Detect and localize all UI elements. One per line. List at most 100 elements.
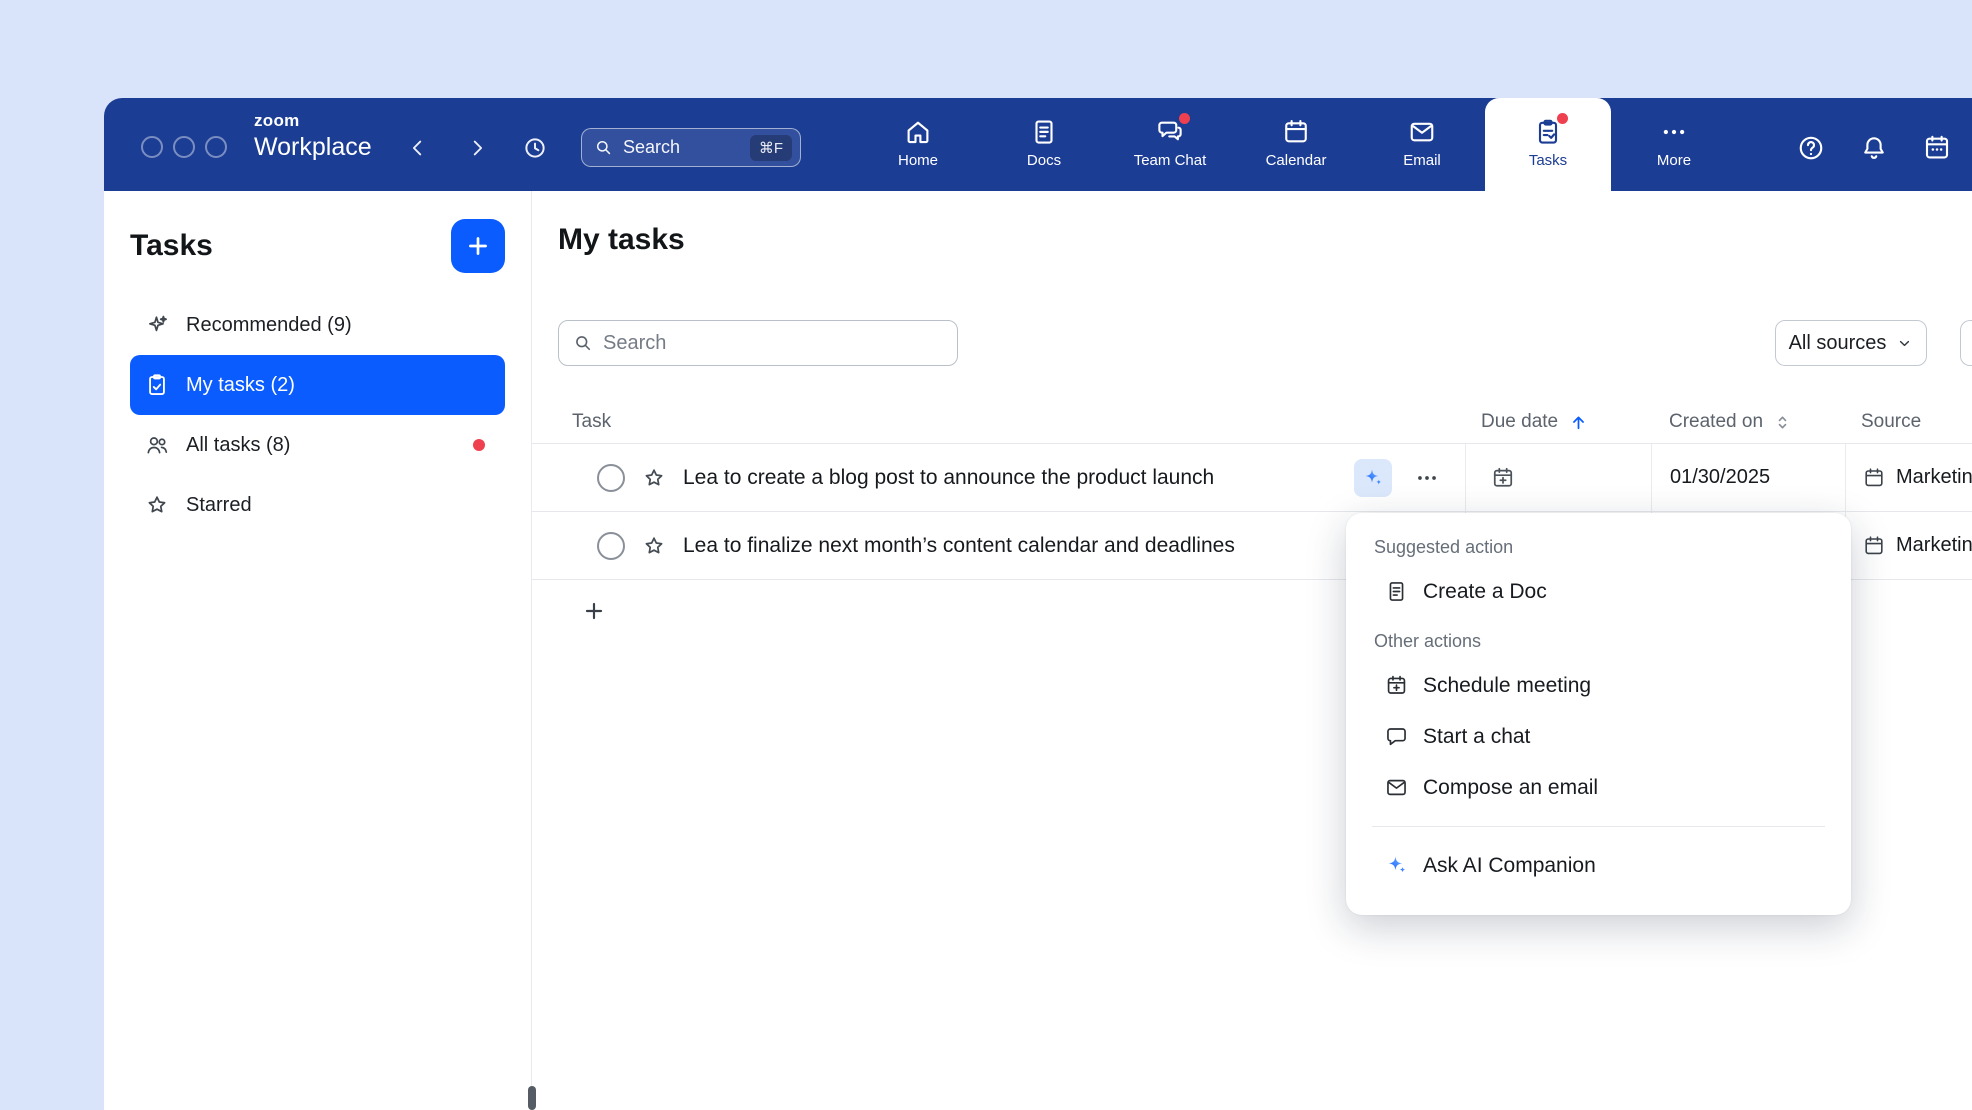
star-task-button[interactable] bbox=[641, 465, 667, 491]
team-chat-icon bbox=[1155, 117, 1185, 147]
email-icon bbox=[1407, 117, 1437, 147]
window-body: Tasks Recommended (9) bbox=[104, 191, 1972, 1110]
task-title: Lea to finalize next month’s content cal… bbox=[683, 534, 1235, 558]
calendar-plus-icon bbox=[1384, 673, 1409, 698]
logo-zoom-text: zoom bbox=[254, 112, 372, 131]
tasks-icon bbox=[1533, 117, 1563, 147]
source-calendar-icon bbox=[1862, 534, 1886, 558]
sidebar-item-recommended[interactable]: Recommended (9) bbox=[130, 295, 505, 355]
nav-calendar[interactable]: Calendar bbox=[1233, 98, 1359, 191]
sidebar-title: Tasks bbox=[130, 229, 213, 263]
back-button[interactable] bbox=[401, 131, 435, 165]
primary-navigation: Home Docs Team Chat bbox=[855, 98, 1737, 191]
tasks-sidebar: Tasks Recommended (9) bbox=[104, 191, 532, 1110]
tasks-search-field[interactable] bbox=[558, 320, 958, 366]
chevron-left-icon bbox=[407, 137, 429, 159]
calendar-date-icon bbox=[1922, 133, 1952, 163]
sidebar-item-all-tasks[interactable]: All tasks (8) bbox=[130, 415, 505, 475]
doc-icon bbox=[1384, 579, 1409, 604]
menu-item-compose-an-email[interactable]: Compose an email bbox=[1372, 762, 1825, 813]
task-more-actions-button[interactable] bbox=[1408, 459, 1446, 497]
zoom-workplace-window: zoom Workplace bbox=[104, 98, 1972, 1110]
menu-item-create-a-doc[interactable]: Create a Doc bbox=[1372, 566, 1825, 617]
suggested-actions-popup: Suggested action Create a Doc Other acti… bbox=[1346, 513, 1851, 915]
zoom-workplace-logo: zoom Workplace bbox=[254, 112, 372, 161]
envelope-icon bbox=[1384, 775, 1409, 800]
schedule-panel-button[interactable] bbox=[1919, 130, 1955, 166]
nav-more[interactable]: More bbox=[1611, 98, 1737, 191]
global-search-placeholder: Search bbox=[623, 137, 680, 158]
sidebar-item-label: My tasks (2) bbox=[186, 374, 295, 397]
sidebar-item-label: Recommended (9) bbox=[186, 314, 352, 337]
forward-button[interactable] bbox=[460, 131, 494, 165]
sparkles-icon bbox=[144, 312, 170, 338]
nav-home[interactable]: Home bbox=[855, 98, 981, 191]
new-task-button[interactable] bbox=[451, 219, 505, 273]
logo-workplace-text: Workplace bbox=[254, 134, 372, 162]
global-search[interactable]: Search ⌘F bbox=[581, 128, 801, 167]
nav-tasks[interactable]: Tasks bbox=[1485, 98, 1611, 191]
popup-section-label: Other actions bbox=[1374, 631, 1825, 652]
history-button[interactable] bbox=[518, 131, 552, 165]
sidebar-item-my-tasks[interactable]: My tasks (2) bbox=[130, 355, 505, 415]
sidebar-scrollbar-thumb[interactable] bbox=[528, 1086, 536, 1110]
due-date-cell[interactable] bbox=[1465, 444, 1651, 511]
sidebar-menu: Recommended (9) My tasks (2) All tasks (… bbox=[130, 295, 505, 535]
task-cell: Lea to create a blog post to announce th… bbox=[532, 444, 1465, 511]
source-calendar-icon bbox=[1862, 466, 1886, 490]
source-label: Marketing bbox=[1896, 466, 1972, 489]
ai-companion-suggestions-button[interactable] bbox=[1354, 459, 1392, 497]
home-icon bbox=[903, 117, 933, 147]
history-clock-icon bbox=[521, 134, 549, 162]
column-header-task: Task bbox=[532, 411, 1465, 433]
docs-icon bbox=[1029, 117, 1059, 147]
nav-team-chat[interactable]: Team Chat bbox=[1107, 98, 1233, 191]
window-control-dot[interactable] bbox=[205, 136, 227, 158]
all-tasks-notification-dot bbox=[473, 439, 485, 451]
calendar-icon bbox=[1281, 117, 1311, 147]
my-tasks-panel: My tasks All sources Task bbox=[532, 191, 1972, 1110]
table-header-row: Task Due date Created on Source bbox=[532, 401, 1972, 444]
star-task-button[interactable] bbox=[641, 533, 667, 559]
column-header-source: Source bbox=[1845, 411, 1972, 433]
search-shortcut-badge: ⌘F bbox=[750, 135, 792, 161]
sidebar-item-starred[interactable]: Starred bbox=[130, 475, 505, 535]
bell-icon bbox=[1859, 133, 1889, 163]
more-ellipsis-icon bbox=[1659, 117, 1689, 147]
column-header-created-on[interactable]: Created on bbox=[1651, 411, 1845, 433]
search-icon bbox=[573, 333, 593, 353]
created-on-sort-icon[interactable] bbox=[1773, 413, 1792, 432]
popup-section-label: Suggested action bbox=[1374, 537, 1825, 558]
team-chat-notification-dot bbox=[1179, 113, 1190, 124]
nav-email[interactable]: Email bbox=[1359, 98, 1485, 191]
nav-docs[interactable]: Docs bbox=[981, 98, 1107, 191]
source-cell: Marketing bbox=[1845, 512, 1972, 579]
window-controls bbox=[141, 136, 227, 158]
task-title: Lea to create a blog post to announce th… bbox=[683, 466, 1214, 490]
ai-sparkle-icon bbox=[1361, 466, 1385, 490]
tasks-search-input[interactable] bbox=[603, 332, 943, 355]
window-control-dot[interactable] bbox=[141, 136, 163, 158]
add-due-date-icon bbox=[1490, 465, 1516, 491]
column-header-due-date[interactable]: Due date bbox=[1465, 411, 1651, 433]
menu-item-ask-ai-companion[interactable]: Ask AI Companion bbox=[1372, 840, 1825, 891]
sources-filter-dropdown[interactable]: All sources bbox=[1775, 320, 1927, 366]
top-header-bar: zoom Workplace bbox=[104, 98, 1972, 191]
help-button[interactable] bbox=[1793, 130, 1829, 166]
task-complete-checkbox[interactable] bbox=[597, 532, 625, 560]
add-task-button[interactable] bbox=[578, 595, 610, 627]
table-row[interactable]: Lea to create a blog post to announce th… bbox=[532, 444, 1972, 512]
ai-companion-icon bbox=[1384, 853, 1409, 878]
filter-button-partial[interactable] bbox=[1960, 320, 1972, 366]
people-icon bbox=[144, 432, 170, 458]
source-cell: Marketing bbox=[1845, 444, 1972, 511]
created-on-cell: 01/30/2025 bbox=[1651, 444, 1845, 511]
window-control-dot[interactable] bbox=[173, 136, 195, 158]
menu-item-start-a-chat[interactable]: Start a chat bbox=[1372, 711, 1825, 762]
due-date-sort-ascending-icon[interactable] bbox=[1568, 412, 1589, 433]
plus-icon bbox=[464, 232, 492, 260]
menu-item-schedule-meeting[interactable]: Schedule meeting bbox=[1372, 660, 1825, 711]
sidebar-item-label: Starred bbox=[186, 494, 252, 517]
task-complete-checkbox[interactable] bbox=[597, 464, 625, 492]
notifications-button[interactable] bbox=[1856, 130, 1892, 166]
